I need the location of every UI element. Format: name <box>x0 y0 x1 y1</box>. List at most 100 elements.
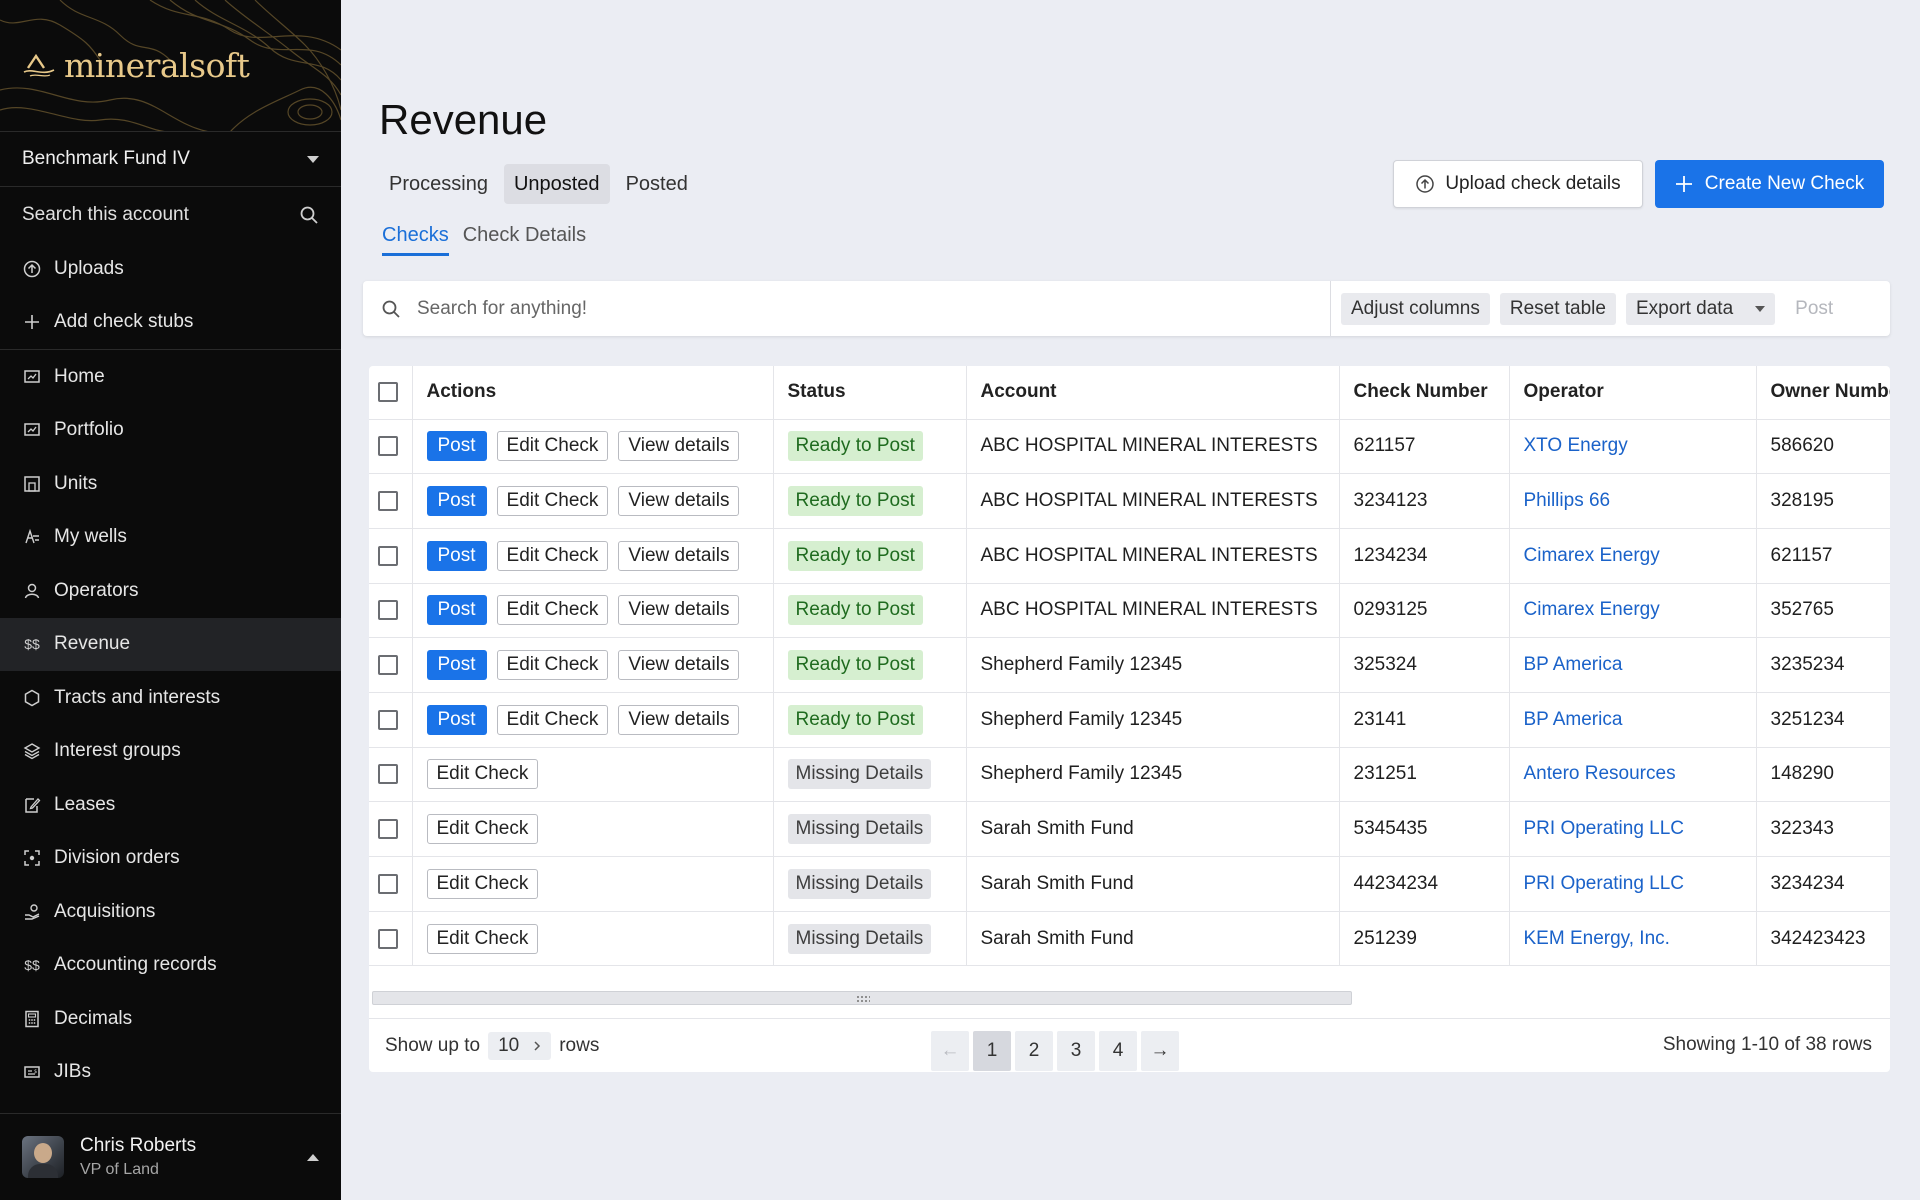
export-data-button[interactable]: Export data <box>1625 292 1776 325</box>
next-page-button[interactable]: → <box>1141 1031 1179 1071</box>
sidebar-item-interest-groups[interactable]: Interest groups <box>0 725 341 779</box>
tab-posted[interactable]: Posted <box>616 164 698 204</box>
post-button[interactable]: Post <box>426 704 487 735</box>
edit-check-button[interactable]: Edit Check <box>496 431 609 462</box>
rows-per-page-select[interactable]: 10 <box>488 1031 552 1060</box>
sidebar-item-home[interactable]: Home <box>0 350 341 404</box>
page-button-3[interactable]: 3 <box>1057 1031 1095 1071</box>
table-row[interactable]: Post Edit Check View details Ready to Post A… <box>369 419 1890 475</box>
row-checkbox[interactable] <box>378 600 398 621</box>
sidebar-item-uploads[interactable]: Uploads <box>0 242 341 296</box>
operator-link[interactable]: KEM Energy, Inc. <box>1524 928 1670 949</box>
operator-link[interactable]: Phillips 66 <box>1524 490 1611 511</box>
post-button[interactable]: Post <box>426 595 487 626</box>
subtab-checks[interactable]: Checks <box>382 224 449 256</box>
view-details-button[interactable]: View details <box>618 595 740 626</box>
table-row[interactable]: Post Edit Check View details Ready to Post A… <box>369 583 1890 639</box>
post-button[interactable]: Post <box>426 650 487 681</box>
sidebar-item-tracts-and-interests[interactable]: Tracts and interests <box>0 671 341 725</box>
post-button[interactable]: Post <box>426 431 487 462</box>
table-row[interactable]: Post Edit Check View details Ready to Post A… <box>369 473 1890 529</box>
sidebar-item-accounting-records[interactable]: $$ Accounting records <box>0 939 341 993</box>
prev-page-button[interactable]: ← <box>931 1031 969 1071</box>
adjust-columns-button[interactable]: Adjust columns <box>1341 292 1490 325</box>
table-search[interactable]: Search for anything! <box>363 281 1331 336</box>
edit-check-button[interactable]: Edit Check <box>426 759 539 790</box>
sidebar-item-jibs[interactable]: $ JIBs <box>0 1046 341 1100</box>
table-row[interactable]: Post Edit Check View details Ready to Post S… <box>369 637 1890 693</box>
bulk-post-button[interactable]: Post <box>1785 293 1843 325</box>
user-profile[interactable]: Chris Roberts VP of Land <box>0 1113 341 1200</box>
table-row[interactable]: Edit Check Missing Details Sarah Smith Fun… <box>369 911 1890 967</box>
subtab-check-details[interactable]: Check Details <box>463 224 586 256</box>
page-button-4[interactable]: 4 <box>1099 1031 1137 1071</box>
sidebar-item-revenue[interactable]: $$ Revenue <box>0 617 341 671</box>
table-row[interactable]: Edit Check Missing Details Sarah Smith Fun… <box>369 856 1890 912</box>
row-checkbox[interactable] <box>378 764 398 785</box>
table-row[interactable]: Edit Check Missing Details Shepherd Family… <box>369 747 1890 803</box>
sidebar-item-my-wells[interactable]: My wells <box>0 511 341 565</box>
upload-check-details-button[interactable]: Upload check details <box>1393 160 1643 208</box>
row-checkbox[interactable] <box>378 873 398 894</box>
account-search[interactable]: Search this account <box>0 187 341 242</box>
operator-link[interactable]: Antero Resources <box>1524 763 1676 784</box>
sidebar-item-acquisitions[interactable]: Acquisitions <box>0 885 341 939</box>
sidebar-item-leases[interactable]: Leases <box>0 778 341 832</box>
edit-check-button[interactable]: Edit Check <box>496 650 609 681</box>
sidebar-item-portfolio[interactable]: Portfolio <box>0 404 341 458</box>
edit-check-button[interactable]: Edit Check <box>426 923 539 954</box>
column-header-status[interactable]: Status <box>773 366 967 420</box>
sidebar-item-operators[interactable]: Operators <box>0 564 341 618</box>
view-details-button[interactable]: View details <box>618 540 740 571</box>
edit-check-button[interactable]: Edit Check <box>496 540 609 571</box>
edit-check-button[interactable]: Edit Check <box>496 704 609 735</box>
operator-link[interactable]: XTO Energy <box>1524 435 1628 456</box>
edit-check-button[interactable]: Edit Check <box>426 814 539 845</box>
column-header-account[interactable]: Account <box>966 366 1340 420</box>
post-button[interactable]: Post <box>426 540 487 571</box>
select-all-checkbox[interactable] <box>378 382 398 403</box>
tab-unposted[interactable]: Unposted <box>503 164 610 204</box>
sidebar-item-units[interactable]: Units <box>0 457 341 511</box>
operator-link[interactable]: PRI Operating LLC <box>1524 873 1685 894</box>
sidebar-item-decimals[interactable]: Decimals <box>0 992 341 1046</box>
reset-table-button[interactable]: Reset table <box>1499 292 1616 325</box>
table-row[interactable]: Post Edit Check View details Ready to Post A… <box>369 528 1890 584</box>
row-checkbox[interactable] <box>378 436 398 457</box>
edit-check-button[interactable]: Edit Check <box>496 486 609 517</box>
operator-link[interactable]: PRI Operating LLC <box>1524 818 1685 839</box>
operator-link[interactable]: BP America <box>1524 709 1623 730</box>
sidebar-item-division-orders[interactable]: Division orders <box>0 832 341 886</box>
column-header-operator[interactable]: Operator <box>1509 366 1757 420</box>
sidebar-item-add-check-stubs[interactable]: Add check stubs <box>0 296 341 350</box>
edit-check-button[interactable]: Edit Check <box>426 868 539 899</box>
tab-processing[interactable]: Processing <box>379 164 498 204</box>
edit-check-button[interactable]: Edit Check <box>496 595 609 626</box>
search-input[interactable]: Search for anything! <box>417 298 587 320</box>
column-header-check-number[interactable]: Check Number <box>1339 366 1510 420</box>
view-details-button[interactable]: View details <box>618 486 740 517</box>
page-button-1[interactable]: 1 <box>973 1031 1011 1071</box>
table-row[interactable]: Edit Check Missing Details Sarah Smith Fun… <box>369 801 1890 857</box>
create-new-check-button[interactable]: Create New Check <box>1655 160 1884 208</box>
table-row[interactable]: Post Edit Check View details Ready to Post S… <box>369 692 1890 748</box>
operator-link[interactable]: BP America <box>1524 654 1623 675</box>
row-checkbox[interactable] <box>378 928 398 949</box>
view-details-button[interactable]: View details <box>618 650 740 681</box>
operator-link[interactable]: Cimarex Energy <box>1524 545 1660 566</box>
row-checkbox[interactable] <box>378 709 398 730</box>
operator-link[interactable]: Cimarex Energy <box>1524 599 1660 620</box>
row-checkbox[interactable] <box>378 545 398 566</box>
post-button[interactable]: Post <box>426 486 487 517</box>
column-header-owner-number[interactable]: Owner Number <box>1756 366 1890 420</box>
horizontal-scrollbar[interactable] <box>369 985 1890 1009</box>
row-checkbox[interactable] <box>378 819 398 840</box>
column-header-actions[interactable]: Actions <box>412 366 774 420</box>
row-checkbox[interactable] <box>378 655 398 676</box>
row-checkbox[interactable] <box>378 491 398 512</box>
scrollbar-thumb[interactable] <box>372 991 1352 1005</box>
fund-selector[interactable]: Benchmark Fund IV <box>0 132 341 187</box>
page-button-2[interactable]: 2 <box>1015 1031 1053 1071</box>
view-details-button[interactable]: View details <box>618 431 740 462</box>
view-details-button[interactable]: View details <box>618 704 740 735</box>
